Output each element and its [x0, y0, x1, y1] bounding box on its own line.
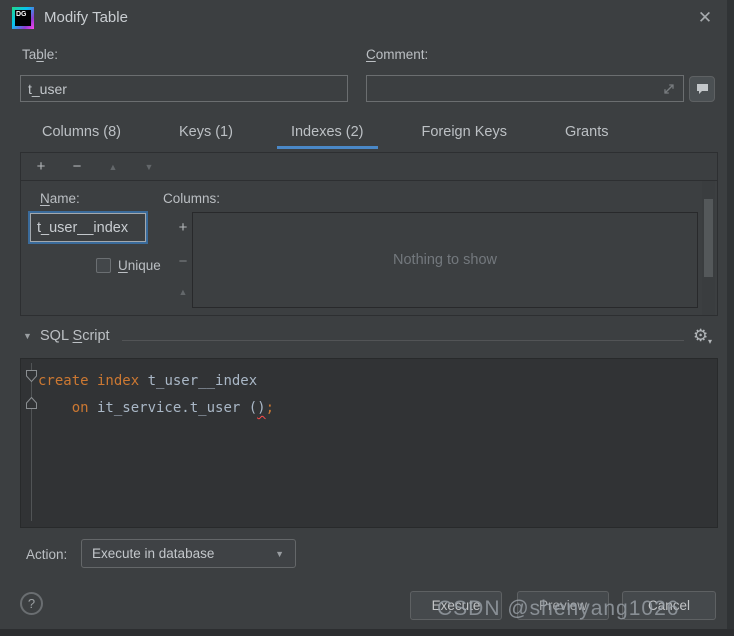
gear-icon[interactable]: ⚙ [693, 326, 708, 346]
add-column-icon[interactable]: + [176, 219, 190, 236]
comment-input[interactable] [366, 75, 684, 102]
comment-label: Comment: [366, 47, 428, 62]
panel-scrollbar[interactable] [702, 181, 715, 315]
table-label: Table: [22, 47, 58, 62]
editor-gutter-line [31, 363, 32, 521]
move-up-icon[interactable]: ▲ [106, 162, 120, 172]
sql-code-line-1: create index t_user__index [38, 368, 274, 395]
tab-grants[interactable]: Grants [551, 118, 623, 149]
editable-region-end-icon [26, 397, 37, 409]
table-name-input[interactable]: t_user [20, 75, 348, 102]
sql-script-section-label[interactable]: SQL Script [40, 328, 110, 344]
collapse-arrow-icon[interactable]: ▼ [23, 331, 32, 341]
sql-code-line-2: on it_service.t_user (); [38, 395, 274, 422]
csdn-watermark: CSDN @shenyang1026 [437, 597, 679, 621]
close-icon[interactable]: ✕ [694, 7, 716, 29]
action-dropdown[interactable]: Execute in database ▼ [81, 539, 296, 568]
tab-columns[interactable]: Columns (8) [28, 118, 135, 149]
move-down-icon[interactable]: ▼ [142, 162, 156, 172]
title-bar: DG Modify Table ✕ [0, 0, 727, 36]
add-index-icon[interactable]: + [34, 158, 48, 175]
tab-keys[interactable]: Keys (1) [165, 118, 247, 149]
sql-code: create index t_user__index on it_service… [38, 368, 274, 422]
tab-bar: Columns (8) Keys (1) Indexes (2) Foreign… [28, 118, 622, 149]
tab-indexes[interactable]: Indexes (2) [277, 118, 378, 149]
index-editor-body: Name: t_user__index Unique Columns: + − … [21, 181, 717, 315]
editable-region-start-icon [26, 370, 37, 382]
section-divider [122, 340, 684, 341]
unique-checkbox[interactable] [96, 258, 111, 273]
scrollbar-thumb[interactable] [704, 199, 713, 277]
sql-editor[interactable]: create index t_user__index on it_service… [20, 358, 718, 528]
indexes-toolbar: + − ▲ ▼ [21, 153, 717, 181]
comment-editor-button[interactable] [689, 76, 715, 102]
index-name-input[interactable]: t_user__index [30, 213, 146, 242]
remove-index-icon[interactable]: − [70, 158, 84, 175]
unique-label: Unique [118, 258, 161, 273]
speech-bubble-icon [696, 83, 709, 95]
datagrip-logo-icon: DG [12, 7, 34, 29]
tab-foreign-keys[interactable]: Foreign Keys [408, 118, 521, 149]
columns-list[interactable]: Nothing to show [192, 212, 698, 308]
dropdown-arrow-icon: ▼ [275, 549, 284, 559]
window-edge-right [727, 0, 734, 636]
window-edge-bottom [0, 629, 734, 636]
indexes-panel: + − ▲ ▼ Name: t_user__index Unique Colum… [20, 152, 718, 316]
expand-icon[interactable] [662, 82, 676, 96]
index-name-label: Name: [40, 191, 80, 206]
move-column-up-icon[interactable]: ▲ [176, 287, 190, 297]
empty-list-text: Nothing to show [393, 252, 497, 268]
columns-label: Columns: [163, 191, 220, 206]
action-label: Action: [26, 547, 67, 562]
help-button[interactable]: ? [20, 592, 43, 615]
dialog-title: Modify Table [44, 9, 128, 26]
gear-dropdown-arrow-icon[interactable]: ▾ [708, 337, 712, 346]
remove-column-icon[interactable]: − [176, 253, 190, 270]
